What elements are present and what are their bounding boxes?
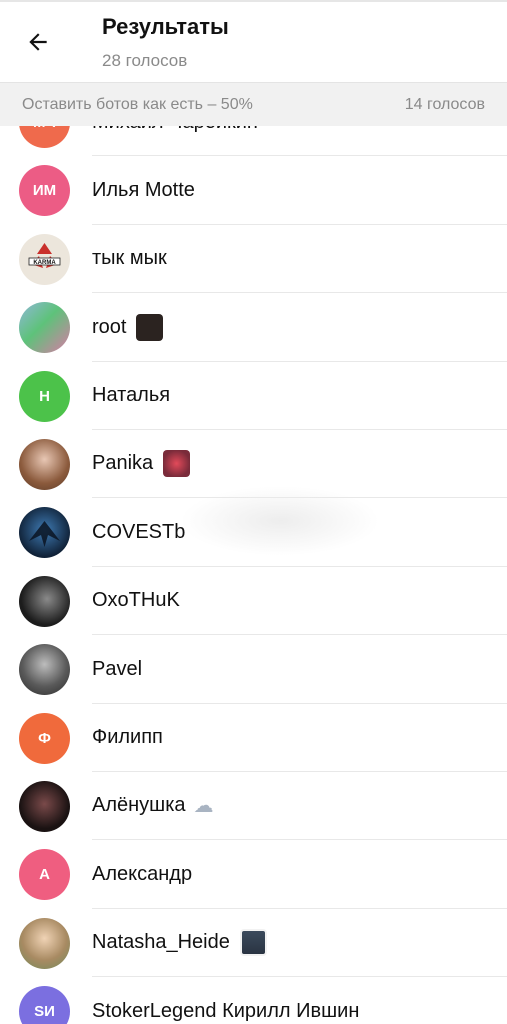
recycle-karma-icon: KARMA	[28, 242, 61, 268]
avatar: Н	[19, 370, 70, 422]
voter-row[interactable]: А Александр	[0, 840, 507, 910]
avatar	[19, 438, 70, 490]
avatar	[19, 917, 70, 969]
dark-square-emoji-icon	[136, 313, 164, 341]
avatar	[19, 644, 70, 696]
voter-name: Михаил Чарейкин	[92, 126, 258, 156]
voter-name: Илья Motte	[92, 178, 195, 201]
voter-row[interactable]: МЧ Михаил Чарейкин	[0, 126, 507, 157]
vote-count-subtitle: 28 голосов	[102, 51, 188, 70]
avatar	[19, 780, 70, 832]
voter-name: Александр	[92, 862, 193, 885]
avatar: SИ	[19, 986, 70, 1024]
voter-name: StokerLegend Кирилл Ившин	[92, 999, 360, 1022]
voter-name: root	[92, 293, 164, 361]
avatar: А	[19, 849, 70, 901]
cats-emoji-icon	[239, 929, 267, 957]
voter-row[interactable]: COVESTb	[0, 498, 507, 568]
voter-name-text: Алёнушка	[92, 794, 186, 817]
poll-option-votes: 14 голосов	[404, 95, 485, 113]
voter-name: OxoTHuK	[92, 589, 180, 612]
page-title: Результаты	[102, 14, 229, 39]
voter-name-text: Natasha_Heide	[92, 931, 230, 954]
voter-row[interactable]: Алёнушка ☁	[0, 772, 507, 841]
voter-name: Panika	[92, 430, 191, 498]
svg-text:KARMA: KARMA	[33, 260, 56, 266]
avatar	[19, 575, 70, 627]
voter-name: Natasha_Heide	[92, 909, 267, 977]
voter-row[interactable]: root	[0, 293, 507, 362]
avatar	[19, 507, 70, 559]
avatar	[19, 302, 70, 354]
voter-row[interactable]: Panika	[0, 430, 507, 499]
voter-name: тык мык	[92, 247, 167, 270]
voter-name: Наталья	[92, 384, 171, 407]
back-button[interactable]	[16, 20, 60, 64]
avatar: ИМ	[19, 165, 70, 217]
voter-row[interactable]: SИ StokerLegend Кирилл Ившин	[0, 977, 507, 1024]
voters-list[interactable]: МЧ Михаил Чарейкин ИМ Илья Motte KARMA т…	[0, 126, 507, 1024]
avatar: Ф	[19, 712, 70, 764]
voter-name-text: root	[92, 315, 127, 338]
voter-row[interactable]: Pavel	[0, 635, 507, 704]
cloud-lightning-emoji-icon: ☁	[193, 795, 214, 818]
avatar: KARMA	[19, 233, 70, 285]
voter-row[interactable]: ИМ Илья Motte	[0, 156, 507, 226]
poll-option-header: Оставить ботов как есть – 50% 14 голосов	[0, 82, 507, 126]
voter-name: Филипп	[92, 726, 163, 749]
voter-row[interactable]: OxoTHuK	[0, 567, 507, 636]
voter-row[interactable]: Ф Филипп	[0, 704, 507, 773]
voter-name: COVESTb	[92, 520, 186, 543]
voter-row[interactable]: Н Наталья	[0, 362, 507, 431]
avatar: МЧ	[19, 126, 70, 148]
voter-row[interactable]: Natasha_Heide	[0, 909, 507, 978]
voter-name: Pavel	[92, 657, 143, 680]
winged-figure-icon	[29, 521, 60, 548]
arrow-left-icon	[29, 33, 47, 51]
app-header: Результаты 28 голосов	[0, 0, 507, 82]
red-face-emoji-icon	[163, 450, 191, 478]
poll-option-label: Оставить ботов как есть – 50%	[22, 95, 253, 113]
voter-name-text: Panika	[92, 452, 154, 475]
voter-name: Алёнушка ☁	[92, 772, 214, 840]
voter-row[interactable]: KARMA тык мык	[0, 225, 507, 294]
